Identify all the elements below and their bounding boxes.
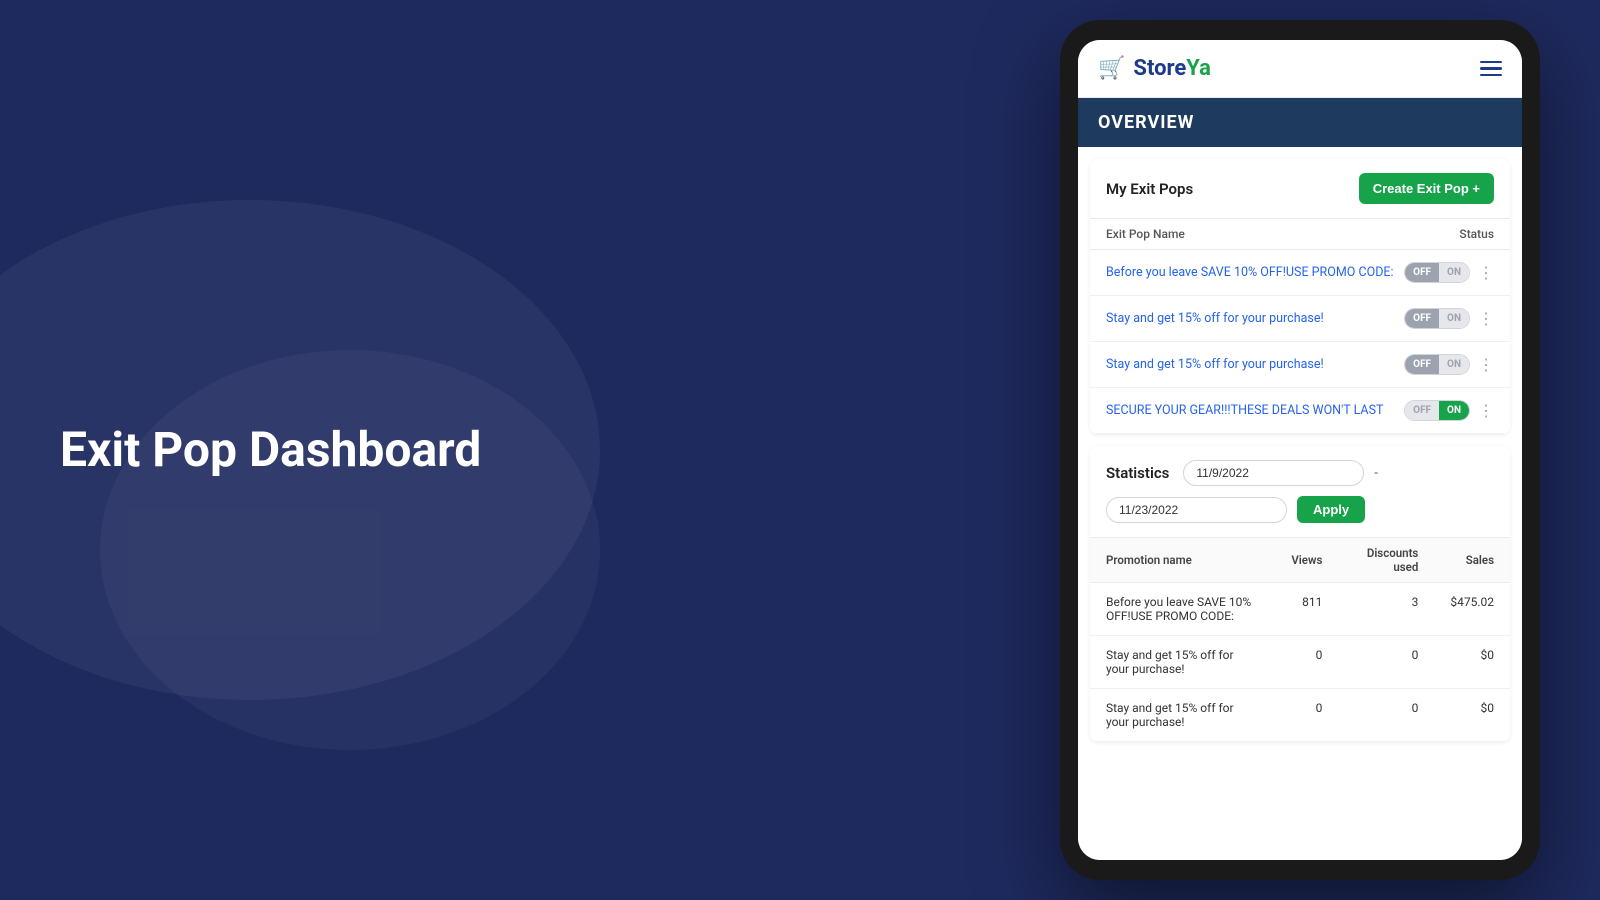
cart-icon: 🛒 (1098, 56, 1125, 81)
exit-pop-controls: OFF ON ⋮ (1404, 400, 1494, 421)
toggle-on-label: ON (1439, 401, 1469, 420)
statistics-table: Promotion name Views Discounts used Sale… (1090, 537, 1510, 742)
exit-pop-controls: OFF ON ⋮ (1404, 354, 1494, 375)
statistics-section: Statistics - Apply Promotion name Views … (1090, 446, 1510, 742)
exit-pop-row: Stay and get 15% off for your purchase! … (1090, 296, 1510, 342)
exit-pop-row: Stay and get 15% off for your purchase! … (1090, 342, 1510, 388)
more-options-icon[interactable]: ⋮ (1478, 309, 1494, 328)
stats-row-sales: $0 (1434, 689, 1510, 742)
device-frame: 🛒 StoreYa OVERVIEW My Exit Pops Create E… (1060, 20, 1540, 880)
toggle-switch[interactable]: OFF ON (1404, 308, 1470, 329)
date-to-input[interactable] (1106, 497, 1287, 523)
create-exit-pop-button[interactable]: Create Exit Pop + (1359, 173, 1494, 204)
hamburger-menu[interactable] (1480, 61, 1502, 77)
stats-row-name: Before you leave SAVE 10% OFF!USE PROMO … (1090, 583, 1275, 636)
col-sales-header: Sales (1434, 538, 1510, 583)
toggle-off-label: OFF (1405, 355, 1439, 374)
left-hero: Exit Pop Dashboard (60, 421, 481, 479)
exit-pop-controls: OFF ON ⋮ (1404, 308, 1494, 329)
col-name-header: Exit Pop Name (1106, 227, 1185, 241)
toggle-on-label: ON (1439, 355, 1469, 374)
hamburger-line-3 (1480, 74, 1502, 77)
exit-pop-row: SECURE YOUR GEAR!!!THESE DEALS WON'T LAS… (1090, 388, 1510, 434)
exit-pops-section: My Exit Pops Create Exit Pop + Exit Pop … (1090, 159, 1510, 434)
overview-banner: OVERVIEW (1078, 98, 1522, 147)
stats-row-name: Stay and get 15% off for your purchase! (1090, 689, 1275, 742)
stats-table-row: Before you leave SAVE 10% OFF!USE PROMO … (1090, 583, 1510, 636)
toggle-on-label: ON (1439, 309, 1469, 328)
col-status-header: Status (1459, 227, 1494, 241)
main-content: My Exit Pops Create Exit Pop + Exit Pop … (1078, 147, 1522, 860)
toggle-switch[interactable]: OFF ON (1404, 354, 1470, 375)
exit-pops-table-header: Exit Pop Name Status (1090, 218, 1510, 250)
toggle-off-label: OFF (1405, 309, 1439, 328)
toggle-off-label: OFF (1405, 263, 1439, 282)
logo-text: StoreYa (1133, 56, 1211, 81)
page-title: Exit Pop Dashboard (60, 421, 481, 479)
device-screen: 🛒 StoreYa OVERVIEW My Exit Pops Create E… (1078, 40, 1522, 860)
stats-table-row: Stay and get 15% off for your purchase! … (1090, 636, 1510, 689)
toggle-switch[interactable]: OFF ON (1404, 400, 1470, 421)
exit-pop-row: Before you leave SAVE 10% OFF!USE PROMO … (1090, 250, 1510, 296)
toggle-switch[interactable]: OFF ON (1404, 262, 1470, 283)
more-options-icon[interactable]: ⋮ (1478, 263, 1494, 282)
stats-row-views: 811 (1275, 583, 1338, 636)
hamburger-line-2 (1480, 67, 1502, 70)
exit-pops-header: My Exit Pops Create Exit Pop + (1090, 159, 1510, 218)
logo-ya: Ya (1186, 56, 1211, 81)
logo-store: Store (1133, 56, 1186, 81)
more-options-icon[interactable]: ⋮ (1478, 401, 1494, 420)
toggle-on-label: ON (1439, 263, 1469, 282)
stats-row-views: 0 (1275, 636, 1338, 689)
exit-pop-name: Stay and get 15% off for your purchase! (1106, 356, 1404, 374)
stats-row-sales: $0 (1434, 636, 1510, 689)
col-views-header: Views (1275, 538, 1338, 583)
exit-pop-name: SECURE YOUR GEAR!!!THESE DEALS WON'T LAS… (1106, 402, 1404, 420)
statistics-header: Statistics - Apply (1090, 446, 1510, 537)
statistics-title: Statistics (1106, 464, 1169, 482)
date-separator: - (1374, 466, 1378, 481)
stats-row-name: Stay and get 15% off for your purchase! (1090, 636, 1275, 689)
exit-pop-name: Stay and get 15% off for your purchase! (1106, 310, 1404, 328)
apply-button[interactable]: Apply (1297, 496, 1365, 523)
more-options-icon[interactable]: ⋮ (1478, 355, 1494, 374)
stats-table-row: Stay and get 15% off for your purchase! … (1090, 689, 1510, 742)
col-promotion-header: Promotion name (1090, 538, 1275, 583)
app-header: 🛒 StoreYa (1078, 40, 1522, 98)
stats-row-views: 0 (1275, 689, 1338, 742)
stats-row-discounts: 0 (1338, 689, 1434, 742)
exit-pop-name: Before you leave SAVE 10% OFF!USE PROMO … (1106, 264, 1404, 282)
exit-pops-title: My Exit Pops (1106, 180, 1193, 198)
stats-table-header-row: Promotion name Views Discounts used Sale… (1090, 538, 1510, 583)
hamburger-line-1 (1480, 61, 1502, 64)
stats-row-discounts: 3 (1338, 583, 1434, 636)
exit-pop-controls: OFF ON ⋮ (1404, 262, 1494, 283)
logo: 🛒 StoreYa (1098, 56, 1211, 81)
col-discounts-header: Discounts used (1338, 538, 1434, 583)
toggle-off-label: OFF (1405, 401, 1439, 420)
overview-title: OVERVIEW (1098, 112, 1502, 133)
date-from-input[interactable] (1183, 460, 1364, 486)
stats-row-sales: $475.02 (1434, 583, 1510, 636)
bg-decoration-2 (100, 350, 600, 750)
stats-row-discounts: 0 (1338, 636, 1434, 689)
